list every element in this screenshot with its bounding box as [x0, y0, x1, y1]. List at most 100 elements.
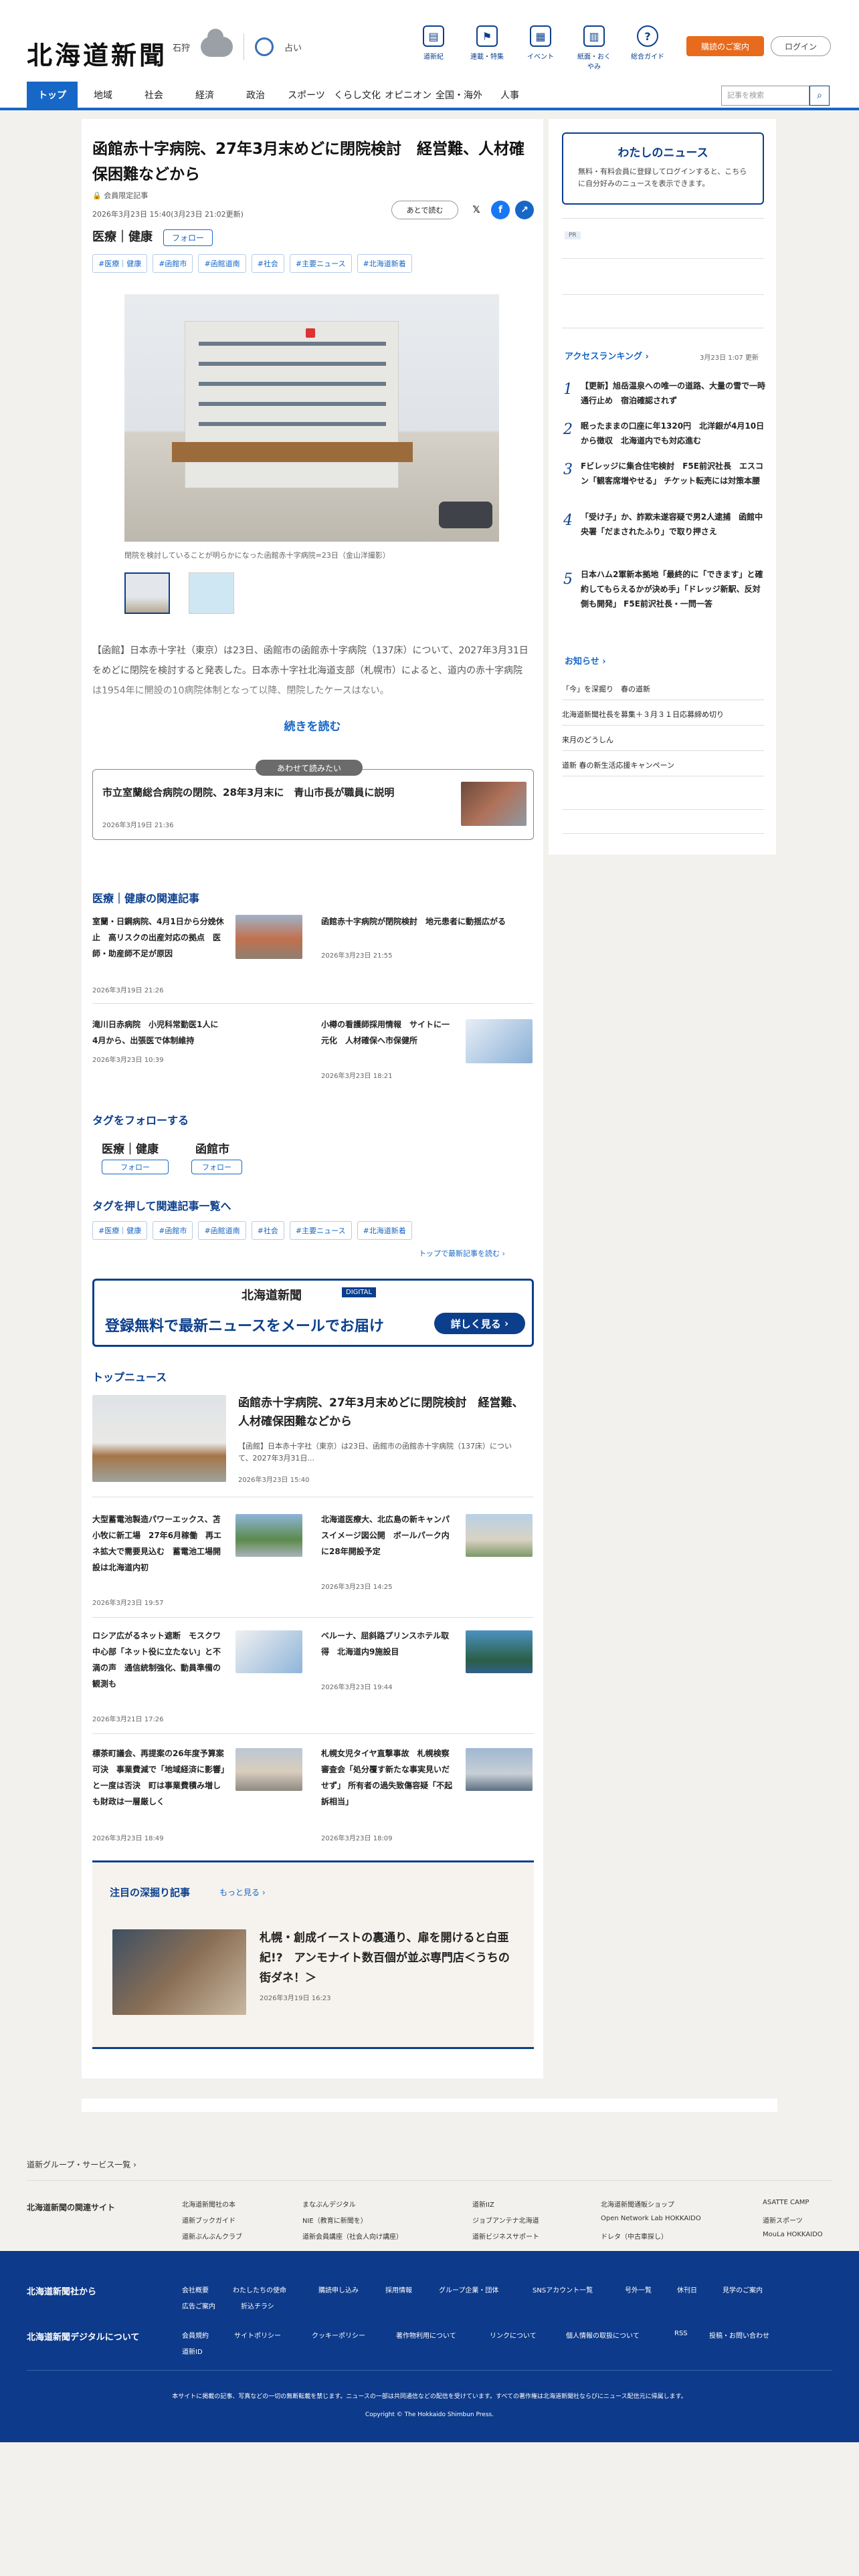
top-news-image-3[interactable] [235, 1630, 302, 1673]
nav-item-sports[interactable]: スポーツ [281, 82, 332, 110]
tag[interactable]: #北海道新着 [357, 1221, 412, 1240]
related-title-4[interactable]: 小樽の看護師採用情報 サイトに一元化 人材確保へ市保健所 [321, 1016, 455, 1049]
nav-item-personnel[interactable]: 人事 [484, 82, 535, 110]
related-link-1[interactable]: 北海道新聞社の本 [182, 2199, 235, 2209]
notice-item-3[interactable]: 来月のどうしん [562, 734, 613, 745]
related-title-1[interactable]: 室蘭・日鋼病院、4月1日から分娩休止 高リスクの出産対応の拠点 医師・助産師不足… [92, 914, 226, 962]
related-title-3[interactable]: 滝川日赤病院 小児科常勤医1人に 4月から、出張医で体制維持 [92, 1016, 226, 1049]
digital-link-8[interactable]: 投稿・お問い合わせ [709, 2330, 769, 2340]
related-link-15[interactable]: MouLa HOKKAIDO [763, 2231, 823, 2238]
fortune-label[interactable]: 占い [284, 41, 302, 53]
calendar-nav[interactable]: ▦ イベント [522, 25, 559, 71]
group-services-link[interactable]: 道新グループ・サービス一覧 › [27, 2159, 136, 2170]
book-nav[interactable]: ▤ 道新紀 [415, 25, 452, 71]
fortune-icon[interactable] [255, 37, 274, 56]
tag[interactable]: #社会 [251, 254, 284, 273]
company-link-6[interactable]: SNSアカウント一覧 [533, 2284, 593, 2294]
recommend-card[interactable]: 市立室蘭総合病院の閉院、28年3月末に 青山市長が職員に説明 2026年3月19… [92, 769, 534, 840]
company-link-8[interactable]: 休刊日 [677, 2284, 697, 2294]
tag[interactable]: #函館市 [153, 1221, 193, 1240]
banner-button[interactable]: 詳しく見る › [434, 1313, 525, 1334]
deep-more-link[interactable]: もっと見る › [219, 1887, 266, 1898]
top-news-title-4[interactable]: ベルーナ、屈斜路プリンスホテル取得 北海道内9施設目 [321, 1628, 455, 1660]
tag[interactable]: #函館道南 [198, 1221, 246, 1240]
related-link-7[interactable]: NIE（教育に新聞を） [302, 2215, 367, 2225]
related-image-4[interactable] [466, 1019, 533, 1063]
follow-tag-2[interactable]: 函館市 [195, 1140, 229, 1156]
digital-link-1[interactable]: 会員規約 [182, 2330, 209, 2340]
related-link-6[interactable]: 道新ブックガイド [182, 2215, 235, 2225]
company-link-9[interactable]: 見学のご案内 [723, 2284, 763, 2294]
top-news-image-4[interactable] [466, 1630, 533, 1673]
rank-item-5[interactable]: 日本ハム2軍新本拠地「最終的に「できます」と確約してもらえるかが決め手」「ドレッ… [581, 567, 767, 611]
related-title-2[interactable]: 函館赤十字病院が閉院検討 地元患者に動揺広がる [321, 914, 529, 930]
search-input[interactable]: 記事を検索 [721, 86, 809, 106]
top-news-main-title[interactable]: 函館赤十字病院、27年3月末めどに閉院検討 経営難、人材確保困難などから [238, 1394, 533, 1431]
notice-item-4[interactable]: 道新 春の新生活応援キャンペーン [562, 760, 674, 770]
article-photo[interactable] [124, 294, 499, 542]
top-news-image-1[interactable] [235, 1514, 302, 1557]
rank-item-1[interactable]: 【更新】旭岳温泉への唯一の道路、大量の雪で一時通行止め 宿泊確認されず [581, 379, 767, 408]
related-link-14[interactable]: ドレタ（中古車探し） [601, 2231, 668, 2241]
help-nav[interactable]: ? 総合ガイド [629, 25, 666, 71]
nav-item-society[interactable]: 社会 [128, 82, 179, 110]
top-news-title-1[interactable]: 大型蓄電池製造パワーエックス、苫小牧に新工場 27年6月稼働 再エネ拡大で需要見… [92, 1511, 226, 1576]
ranking-heading[interactable]: アクセスランキング › [565, 349, 649, 362]
follow-button-1[interactable]: フォロー [102, 1160, 169, 1174]
digital-link-6[interactable]: 個人情報の取扱について [566, 2330, 640, 2340]
location-label[interactable]: 石狩 [173, 41, 190, 53]
tag[interactable]: #主要ニュース [289, 254, 352, 273]
company-link-3[interactable]: 購読申し込み [318, 2284, 359, 2294]
search-icon[interactable]: ⌕ [809, 86, 830, 106]
digital-link-4[interactable]: 著作物利用について [396, 2330, 456, 2340]
nav-item-opinion[interactable]: オピニオン [383, 82, 434, 110]
x-share-icon[interactable]: 𝕏 [467, 201, 486, 219]
related-link-3[interactable]: 道新IIZ [472, 2199, 494, 2209]
digital-link-2[interactable]: サイトポリシー [234, 2330, 281, 2340]
rank-item-4[interactable]: 「受け子」か、詐欺未遂容疑で男2人逮捕 函館中央署「だまされたふり」で取り押さえ [581, 510, 767, 539]
company-link-2[interactable]: わたしたちの使命 [233, 2284, 286, 2294]
related-link-13[interactable]: 道新ビジネスサポート [472, 2231, 539, 2241]
follow-button[interactable]: フォロー [163, 229, 213, 246]
nav-item-national[interactable]: 全国・海外 [434, 82, 484, 110]
follow-button-2[interactable]: フォロー [191, 1160, 242, 1174]
tag[interactable]: #医療｜健康 [92, 254, 148, 273]
top-news-title-5[interactable]: 標茶町議会、再提案の26年度予算案可決 事業費減で「地域経済に影響」と一度は否決… [92, 1745, 226, 1810]
tag[interactable]: #北海道新着 [357, 254, 412, 273]
top-news-title-6[interactable]: 札幌女児タイヤ直撃事故 札幌検察審査会「処分覆す新たな事実見いだせず」 所有者の… [321, 1745, 455, 1810]
notice-item-1[interactable]: 「今」を深掘り 春の道新 [562, 683, 650, 694]
deep-title[interactable]: 札幌・創成イーストの裏通り、扉を開けると白亜紀!? アンモナイト数百個が並ぶ専門… [260, 1928, 520, 1988]
link-share-icon[interactable]: ↗ [515, 201, 534, 219]
flag-nav[interactable]: ⚑ 連載・特集 [468, 25, 506, 71]
digital-link-9[interactable]: 道新ID [182, 2346, 203, 2356]
notice-heading[interactable]: お知らせ › [565, 654, 606, 667]
paper-nav[interactable]: ▥ 紙面・おくやみ [575, 25, 613, 71]
company-link-1[interactable]: 会社概要 [182, 2284, 209, 2294]
tag[interactable]: #函館市 [153, 254, 193, 273]
related-image-1[interactable] [235, 915, 302, 959]
nav-item-region[interactable]: 地域 [78, 82, 128, 110]
company-link-11[interactable]: 折込チラシ [241, 2300, 274, 2311]
notice-item-2[interactable]: 北海道新聞社長を募集＋３月３１日応募締め切り [562, 709, 724, 720]
tag[interactable]: #函館道南 [198, 254, 246, 273]
top-news-title-3[interactable]: ロシア広がるネット遮断 モスクワ中心部「ネット役に立たない」と不満の声 通信統制… [92, 1628, 226, 1692]
related-link-12[interactable]: 道新会員講座（社会人向け講座） [302, 2231, 403, 2241]
login-button[interactable]: ログイン [771, 36, 831, 56]
related-link-4[interactable]: 北海道新聞通販ショップ [601, 2199, 674, 2209]
tag[interactable]: #医療｜健康 [92, 1221, 148, 1240]
recommend-image[interactable] [461, 782, 527, 826]
deep-image[interactable] [112, 1929, 246, 2015]
tag[interactable]: #社会 [251, 1221, 284, 1240]
tag[interactable]: #主要ニュース [289, 1221, 352, 1240]
top-news-title-2[interactable]: 北海道医療大、北広島の新キャンパスイメージ図公開 ボールパーク内に28年開設予定 [321, 1511, 455, 1560]
related-link-10[interactable]: 道新スポーツ [763, 2215, 803, 2225]
latest-link[interactable]: トップで最新記事を読む › [419, 1248, 505, 1259]
subscribe-button[interactable]: 購読のご案内 [686, 36, 764, 56]
top-news-image-6[interactable] [466, 1748, 533, 1791]
photo-thumb-1[interactable] [124, 572, 170, 614]
company-link-5[interactable]: グループ企業・団体 [439, 2284, 498, 2294]
top-news-image-5[interactable] [235, 1748, 302, 1791]
company-link-7[interactable]: 号外一覧 [625, 2284, 652, 2294]
related-link-11[interactable]: 道新ぶんぶんクラブ [182, 2231, 242, 2241]
company-link-4[interactable]: 採用情報 [385, 2284, 412, 2294]
